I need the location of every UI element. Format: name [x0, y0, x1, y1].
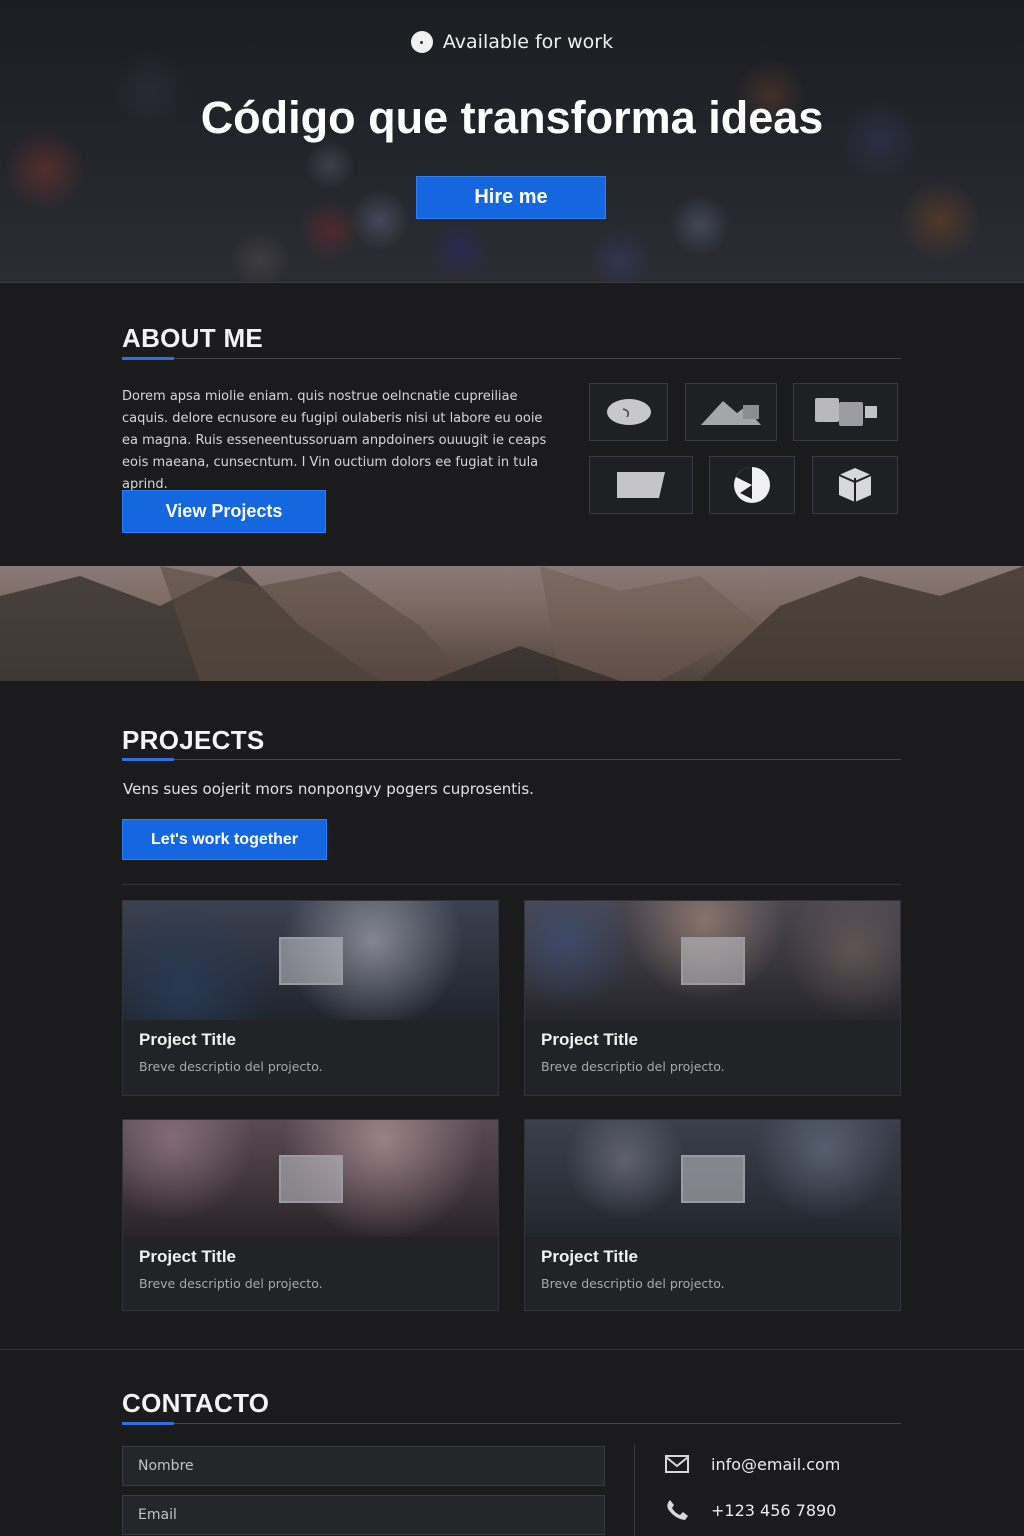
- view-projects-button[interactable]: View Projects: [122, 490, 326, 533]
- hero-section: Available for work Código que transforma…: [0, 0, 1024, 283]
- projects-divider: [122, 759, 901, 760]
- about-heading: ABOUT ME: [122, 323, 264, 353]
- contact-divider: [122, 1423, 901, 1424]
- box-icon: [838, 468, 872, 502]
- about-divider: [122, 358, 901, 359]
- skill-tile[interactable]: [589, 456, 693, 514]
- about-body: Dorem apsa miolie eniam. quis nostrue oe…: [122, 389, 547, 492]
- pie-icon: [734, 467, 770, 503]
- card-icon: [617, 472, 665, 498]
- contact-email-row: info@email.com: [665, 1454, 840, 1474]
- project-thumbnail: [525, 1120, 900, 1237]
- image-placeholder-icon: [278, 936, 343, 985]
- blocks-icon: [814, 398, 877, 426]
- availability-label: Available for work: [442, 31, 614, 53]
- project-description: Breve descriptio del projecto.: [541, 1059, 725, 1074]
- email-field[interactable]: [122, 1495, 605, 1535]
- project-thumbnail: [123, 901, 498, 1020]
- project-description: Breve descriptio del projecto.: [139, 1059, 323, 1074]
- project-description: Breve descriptio del projecto.: [541, 1276, 725, 1291]
- mountain-icon: [701, 401, 761, 425]
- hire-me-button[interactable]: Hire me: [416, 176, 606, 219]
- project-card[interactable]: Project Title Breve descriptio del proje…: [524, 900, 901, 1096]
- contact-vertical-divider: [634, 1444, 635, 1536]
- skill-tile[interactable]: [812, 456, 898, 514]
- contact-heading: CONTACTO: [122, 1388, 270, 1418]
- name-field[interactable]: [122, 1446, 605, 1486]
- projects-accent-bar: [122, 758, 174, 761]
- mail-icon: [665, 1455, 689, 1473]
- skill-tile[interactable]: [793, 383, 898, 441]
- project-card[interactable]: Project Title Breve descriptio del proje…: [524, 1119, 901, 1311]
- skill-tile[interactable]: [709, 456, 795, 514]
- image-placeholder-icon: [278, 1154, 343, 1203]
- project-title: Project Title: [139, 1247, 236, 1266]
- contact-phone[interactable]: +123 456 7890: [711, 1501, 836, 1520]
- project-thumbnail: [525, 901, 900, 1020]
- phone-icon: [667, 1500, 688, 1520]
- project-description: Breve descriptio del projecto.: [139, 1276, 323, 1291]
- project-card[interactable]: Project Title Breve descriptio del proje…: [122, 900, 499, 1096]
- contact-email[interactable]: info@email.com: [711, 1455, 840, 1474]
- skill-tile[interactable]: [589, 383, 668, 441]
- availability-status: Available for work: [0, 31, 1024, 53]
- projects-heading: PROJECTS: [122, 725, 265, 755]
- oval-icon: [606, 399, 651, 425]
- projects-separator: [122, 884, 901, 885]
- projects-description: Vens sues oojerit mors nonpongvy pogers …: [123, 780, 534, 798]
- work-together-button[interactable]: Let's work together: [122, 819, 327, 860]
- project-title: Project Title: [541, 1030, 638, 1049]
- hero-title: Código que transforma ideas: [200, 92, 824, 143]
- project-title: Project Title: [139, 1030, 236, 1049]
- skill-tile[interactable]: [685, 383, 777, 441]
- project-thumbnail: [123, 1120, 498, 1237]
- project-title: Project Title: [541, 1247, 638, 1266]
- image-placeholder-icon: [680, 936, 745, 985]
- landscape-banner: [0, 566, 1024, 681]
- status-dot-icon: [410, 31, 433, 53]
- contact-separator: [0, 1349, 1024, 1350]
- project-card[interactable]: Project Title Breve descriptio del proje…: [122, 1119, 499, 1311]
- about-accent-bar: [122, 357, 174, 360]
- image-placeholder-icon: [680, 1154, 745, 1203]
- contact-phone-row: +123 456 7890: [665, 1499, 836, 1521]
- contact-accent-bar: [122, 1422, 174, 1425]
